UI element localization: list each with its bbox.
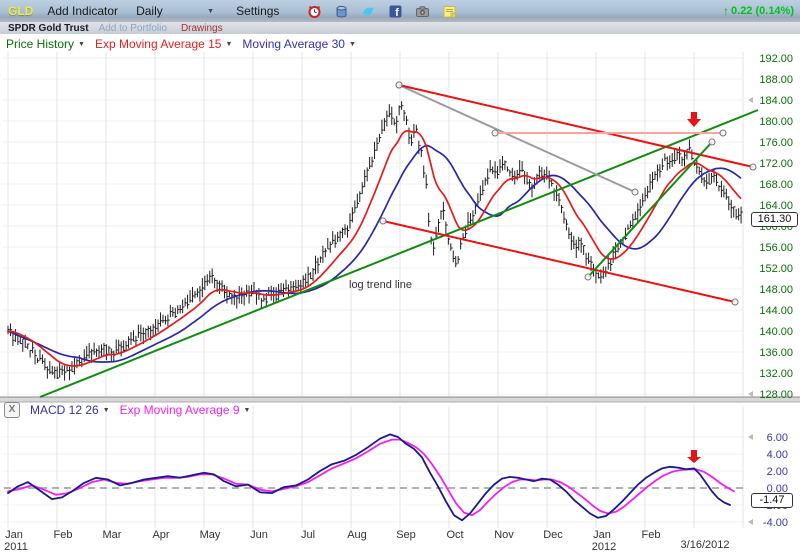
svg-text:Nov: Nov <box>494 529 514 541</box>
settings-button[interactable]: Settings <box>236 4 279 18</box>
indicator-macd[interactable]: MACD 12 26 ▼ <box>30 403 110 417</box>
svg-text:144.00: 144.00 <box>759 305 793 317</box>
svg-text:2012: 2012 <box>592 541 616 553</box>
last-macd-label: -1.47 <box>751 493 793 508</box>
svg-text:Oct: Oct <box>446 529 463 541</box>
svg-text:Jan: Jan <box>593 529 611 541</box>
chevron-down-icon: ▼ <box>207 8 214 15</box>
svg-text:132.00: 132.00 <box>759 368 793 380</box>
chart-canvas[interactable]: 192.00 188.00 184.00 180.00 176.00 172.00 168.… <box>0 0 800 555</box>
svg-text:May: May <box>200 529 221 541</box>
last-date-label: 3/16/2012 <box>672 539 738 551</box>
svg-text:Aug: Aug <box>347 529 367 541</box>
timeframe-dropdown[interactable]: Daily ▼ <box>136 4 214 18</box>
indicator-label: Exp Moving Average 9 <box>120 403 240 417</box>
indicator-ma30[interactable]: Moving Average 30 ▼ <box>242 37 355 51</box>
svg-text:Mar: Mar <box>103 529 122 541</box>
svg-text:164.00: 164.00 <box>759 200 793 212</box>
svg-text:Feb: Feb <box>642 529 661 541</box>
macd-panel-header: X MACD 12 26 ▼ Exp Moving Average 9 ▼ <box>4 402 260 418</box>
svg-text:Jun: Jun <box>250 529 268 541</box>
chevron-down-icon: ▼ <box>225 41 232 48</box>
drawings-menu[interactable]: Drawings <box>181 23 223 34</box>
indicator-ema15[interactable]: Exp Moving Average 15 ▼ <box>95 37 232 51</box>
price-panel-header: Price History ▼ Exp Moving Average 15 ▼ … <box>6 37 366 51</box>
svg-text:Sep: Sep <box>396 529 416 541</box>
add-indicator-button[interactable]: Add Indicator <box>47 4 118 18</box>
security-name: SPDR Gold Trust <box>8 23 89 34</box>
timeframe-value: Daily <box>136 4 163 18</box>
svg-text:136.00: 136.00 <box>759 347 793 359</box>
alerts-clock-icon[interactable] <box>307 4 322 19</box>
quote-change-value: 0.22 (0.14%) <box>731 5 794 17</box>
twitter-icon[interactable] <box>361 4 376 19</box>
quote-change: ↑ 0.22 (0.14%) <box>723 4 794 18</box>
svg-text:f: f <box>396 7 400 19</box>
svg-text:180.00: 180.00 <box>759 116 793 128</box>
svg-text:140.00: 140.00 <box>759 326 793 338</box>
add-to-portfolio-link[interactable]: Add to Portfolio <box>99 23 167 34</box>
database-icon[interactable] <box>334 4 349 19</box>
svg-text:188.00: 188.00 <box>759 74 793 86</box>
svg-text:Jul: Jul <box>301 529 315 541</box>
camera-icon[interactable] <box>415 4 430 19</box>
indicator-label: MACD 12 26 <box>30 403 99 417</box>
svg-text:-4.00: -4.00 <box>763 517 788 529</box>
chevron-down-icon: ▼ <box>349 41 356 48</box>
svg-text:168.00: 168.00 <box>759 179 793 191</box>
svg-text:184.00: 184.00 <box>759 95 793 107</box>
close-icon[interactable]: X <box>4 402 20 418</box>
svg-text:2.00: 2.00 <box>767 466 788 478</box>
svg-text:172.00: 172.00 <box>759 158 793 170</box>
svg-text:Apr: Apr <box>152 529 169 541</box>
svg-text:156.00: 156.00 <box>759 242 793 254</box>
symbol-label[interactable]: GLD <box>8 4 33 18</box>
up-arrow-icon: ↑ <box>723 4 729 18</box>
indicator-price-history[interactable]: Price History ▼ <box>6 37 85 51</box>
svg-text:4.00: 4.00 <box>767 449 788 461</box>
price-axis-labels: 192.00 188.00 184.00 180.00 176.00 172.00 168.… <box>759 53 793 401</box>
svg-text:Feb: Feb <box>54 529 73 541</box>
chevron-down-icon: ▼ <box>103 407 110 414</box>
trendline-annotation: log trend line <box>349 279 412 291</box>
indicator-label: Price History <box>6 37 74 51</box>
svg-text:Jan: Jan <box>5 529 23 541</box>
indicator-label: Exp Moving Average 15 <box>95 37 222 51</box>
svg-text:176.00: 176.00 <box>759 137 793 149</box>
indicator-macd-signal[interactable]: Exp Moving Average 9 ▼ <box>120 403 251 417</box>
last-price-label: 161.30 <box>751 212 798 227</box>
svg-text:Dec: Dec <box>543 529 563 541</box>
svg-text:148.00: 148.00 <box>759 284 793 296</box>
main-toolbar: GLD Add Indicator Daily ▼ Settings f ↑ 0… <box>0 0 800 22</box>
chevron-down-icon: ▼ <box>78 41 85 48</box>
svg-text:6.00: 6.00 <box>767 432 788 444</box>
svg-text:152.00: 152.00 <box>759 263 793 275</box>
svg-text:192.00: 192.00 <box>759 53 793 65</box>
notes-icon[interactable] <box>442 4 457 19</box>
chevron-down-icon: ▼ <box>244 407 251 414</box>
facebook-icon[interactable]: f <box>388 4 403 19</box>
security-bar: SPDR Gold Trust Add to Portfolio Drawing… <box>0 22 800 34</box>
indicator-label: Moving Average 30 <box>242 37 345 51</box>
svg-text:2011: 2011 <box>4 541 28 553</box>
svg-text:128.00: 128.00 <box>759 389 793 401</box>
